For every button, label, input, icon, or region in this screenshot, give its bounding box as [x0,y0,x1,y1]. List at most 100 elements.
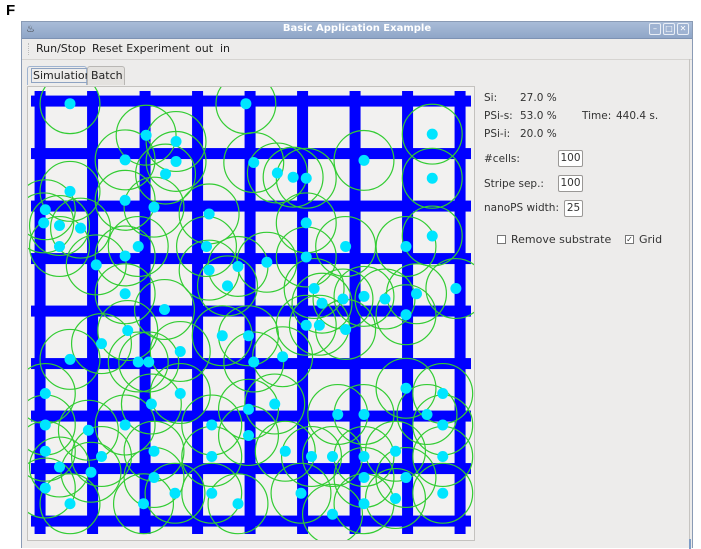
checkbox-unchecked-icon[interactable] [497,235,506,244]
cell-nucleus [332,409,344,420]
menu-in[interactable]: in [220,42,230,55]
cell-nucleus [39,482,51,494]
cell-nucleus [174,346,186,357]
cell-nucleus [358,451,370,462]
cell-nucleus [411,288,422,300]
cell-nucleus [85,466,97,478]
cell-nucleus [39,204,51,216]
cell-nucleus [54,241,65,252]
cell-nucleus [159,304,170,315]
window-title: Basic Application Example [282,23,432,34]
cell-nucleus [300,319,312,331]
menu-reset-experiment[interactable]: Reset Experiment [92,42,190,55]
figure-label: F [6,2,16,19]
simulation-canvas[interactable] [27,86,475,541]
cell-nucleus [148,201,160,213]
nanops-width-label: nanoPS width: [484,202,559,214]
menu-out[interactable]: out [195,42,213,55]
cell-nucleus [140,129,152,141]
cell-nucleus [145,398,157,410]
cell-nucleus [160,168,172,180]
cell-nucleus [143,356,155,368]
cell-nucleus [201,241,212,252]
remove-substrate-checkbox[interactable]: Remove substrate [497,233,611,246]
cell-nucleus [174,388,186,399]
cell-nucleus [358,290,370,302]
cell-nucleus [358,498,370,510]
tab-simulation[interactable]: Simulation [27,66,94,85]
cell-nucleus [287,171,299,183]
cell-nucleus [206,487,218,499]
cell-nucleus [327,451,338,462]
cell-nucleus [39,388,51,399]
close-button[interactable]: ✕ [677,23,689,35]
cell-nucleus [64,498,76,510]
cell-nucleus [300,172,312,184]
cell-nucleus [169,487,181,499]
cell-nucleus [337,293,349,305]
cell-nucleus [119,250,131,262]
si-label: Si: [484,92,498,104]
cell-nucleus [437,451,449,462]
cell-nucleus [437,487,449,499]
cell-nucleus [119,288,131,300]
nanops-width-input[interactable]: 25 [564,200,583,217]
cell-nucleus [170,136,182,147]
cell-nucleus [206,451,218,462]
cell-nucleus [279,445,291,457]
cell-nucleus [96,338,107,350]
stripe-sep-input[interactable]: 100 [558,175,583,192]
grid-checkbox[interactable]: ✓ Grid [625,233,662,246]
toolbar-grip[interactable] [28,43,31,55]
cell-nucleus [400,382,412,394]
control-panel: Si: 27.0 % PSi-s: 53.0 % Time: 440.4 s. … [484,86,684,386]
stripe-sep-label: Stripe sep.: [484,178,544,190]
cell-nucleus [316,297,328,309]
simulation-view[interactable] [28,87,474,540]
tab-batch[interactable]: Batch [87,66,125,85]
cell-nucleus [261,256,273,268]
maximize-icon: □ [665,24,673,33]
psis-label: PSi-s: [484,110,513,122]
app-window: ♨ Basic Application Example – □ ✕ Run/St… [21,21,693,549]
cell-nucleus [248,157,260,168]
cell-nucleus [203,208,215,220]
cell-nucleus [437,388,449,399]
time-label: Time: [582,110,612,122]
cell-nucleus [132,356,144,368]
cell-nucleus [400,309,412,321]
cell-nucleus [96,451,107,462]
cell-nucleus [340,241,352,252]
cell-nucleus [119,154,131,166]
psis-value: 53.0 % [520,110,557,122]
cell-nucleus [308,283,320,294]
cell-nucleus [39,445,51,457]
menu-bar: Run/Stop Reset Experiment out in [22,39,692,60]
title-bar[interactable]: ♨ Basic Application Example – □ ✕ [22,22,692,39]
cell-nucleus [232,260,244,272]
cell-nucleus [148,472,160,483]
cell-nucleus [170,155,182,167]
cell-nucleus [300,251,312,263]
cell-nucleus [222,280,233,292]
cell-nucleus [358,472,370,483]
cell-nucleus [313,319,325,331]
menu-run-stop[interactable]: Run/Stop [36,42,86,55]
maximize-button[interactable]: □ [663,23,675,35]
cells-label: #cells: [484,153,520,165]
cell-nucleus [400,472,412,483]
cell-nucleus [358,409,370,420]
minimize-icon: – [653,24,657,33]
cell-nucleus [271,167,283,179]
cell-nucleus [390,445,401,457]
cell-nucleus [426,230,438,242]
cells-input[interactable]: 100 [558,150,583,167]
minimize-button[interactable]: – [649,23,661,35]
cell-nucleus [39,419,51,431]
cell-nucleus [450,283,462,294]
cell-nucleus [390,493,401,504]
cell-nucleus [327,508,338,520]
cell-nucleus [243,430,254,441]
checkbox-checked-icon[interactable]: ✓ [625,235,634,244]
cell-nucleus [240,98,252,110]
